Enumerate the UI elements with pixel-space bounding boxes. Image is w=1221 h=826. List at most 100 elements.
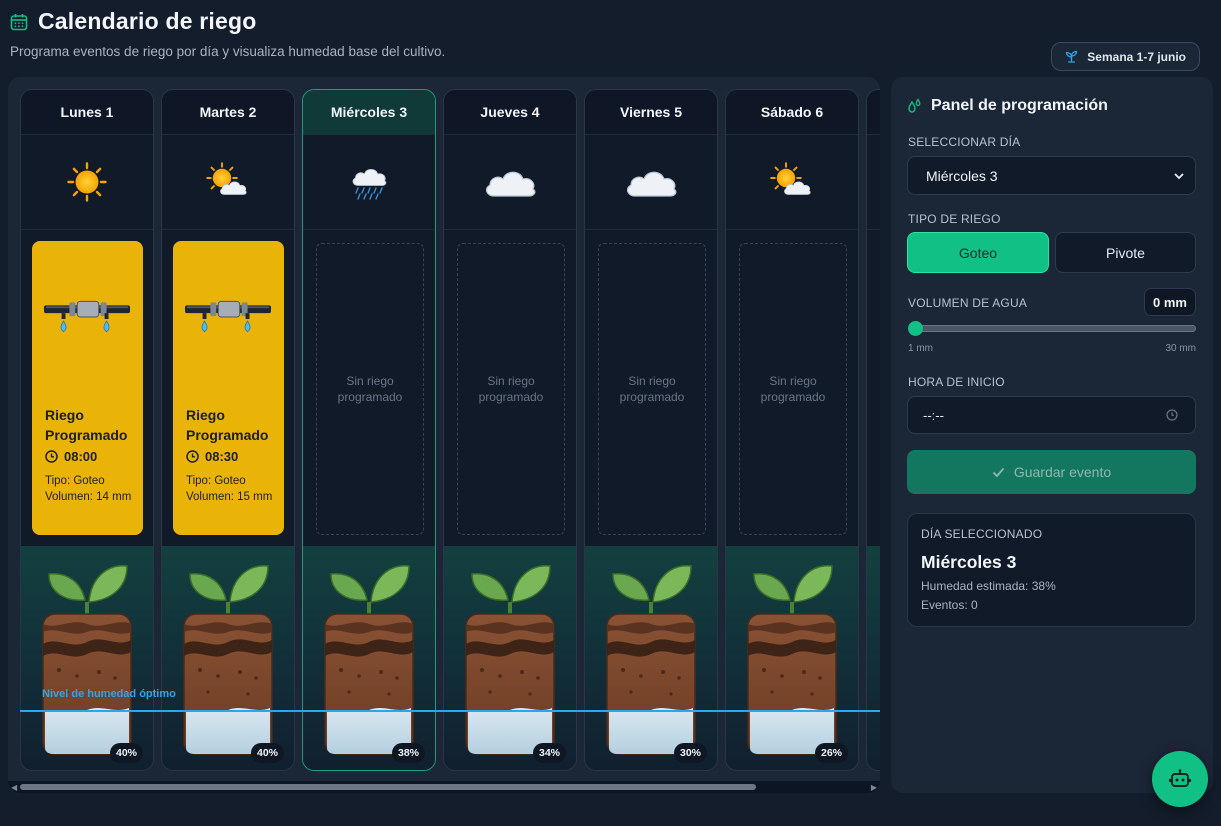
save-event-label: Guardar evento bbox=[1013, 464, 1112, 480]
title-row: Calendario de riego bbox=[10, 8, 1210, 35]
soil-zone: 40% bbox=[21, 546, 153, 770]
day-column-martes[interactable]: Martes 2 Riego Programado 08:30 Tipo: Go… bbox=[161, 89, 295, 771]
irrigation-event-card[interactable]: Riego Programado 08:00 Tipo: Goteo Volum… bbox=[32, 241, 143, 535]
soil-zone: 30% bbox=[585, 546, 717, 770]
event-time-value: 08:00 bbox=[64, 449, 98, 464]
optimal-moisture-line bbox=[20, 710, 880, 712]
day-header: Sábado 6 bbox=[726, 90, 858, 134]
type-goteo-button[interactable]: Goteo bbox=[907, 232, 1049, 273]
sprout-icon bbox=[1066, 50, 1078, 63]
event-time-value: 08:30 bbox=[205, 449, 239, 464]
empty-event-slot[interactable]: Sin riego programado bbox=[739, 243, 847, 535]
robot-icon bbox=[1169, 769, 1191, 787]
day-select-value: Miércoles 3 bbox=[926, 167, 998, 184]
sun-icon bbox=[67, 162, 107, 202]
event-type: Tipo: Goteo bbox=[186, 475, 246, 487]
soil-zone: 34% bbox=[444, 546, 576, 770]
volume-slider-thumb[interactable] bbox=[908, 321, 923, 336]
plant-pot-icon bbox=[319, 552, 419, 762]
scrollbar-thumb[interactable] bbox=[20, 784, 756, 790]
partly-cloudy-icon bbox=[206, 162, 247, 195]
day-select[interactable]: Miércoles 3 bbox=[907, 156, 1196, 195]
rain-icon bbox=[352, 168, 387, 200]
start-time-label: HORA DE INICIO bbox=[908, 375, 1005, 389]
week-selector-button[interactable]: Semana 1-7 junio bbox=[1051, 42, 1200, 71]
day-header bbox=[867, 90, 880, 134]
event-zone: Sin riego programado bbox=[444, 230, 576, 546]
volume-value: 0 mm bbox=[1144, 288, 1196, 316]
assistant-bot-button[interactable] bbox=[1152, 751, 1208, 807]
drip-line-icon bbox=[185, 299, 271, 339]
scroll-left-icon[interactable]: ◀ bbox=[11, 783, 17, 792]
volume-min-label: 1 mm bbox=[908, 343, 933, 354]
day-column-miercoles[interactable]: Miércoles 3 Sin riego programado 38% bbox=[302, 89, 436, 771]
start-time-input[interactable]: --:-- bbox=[907, 396, 1196, 434]
water-volume-label: VOLUMEN DE AGUA bbox=[908, 296, 1028, 310]
day-column-sabado[interactable]: Sábado 6 Sin riego programado 26% bbox=[725, 89, 859, 771]
save-event-button[interactable]: Guardar evento bbox=[907, 450, 1196, 494]
event-volume: Volumen: 14 mm bbox=[45, 491, 132, 503]
start-time-value: --:-- bbox=[923, 407, 944, 423]
summary-events: Eventos: 0 bbox=[921, 598, 978, 612]
weather-cell bbox=[726, 134, 858, 230]
moisture-badge: 38% bbox=[391, 743, 425, 763]
empty-event-slot[interactable]: Sin riego programado bbox=[457, 243, 565, 535]
moisture-badge: 30% bbox=[673, 743, 707, 763]
week-badge-label: Semana 1-7 junio bbox=[1087, 49, 1186, 64]
days-track: Lunes 1 Riego Programado 08:00 Tipo: Got… bbox=[20, 89, 880, 771]
weather-cell bbox=[867, 134, 880, 230]
plant-pot-icon bbox=[601, 552, 701, 762]
day-header: Viernes 5 bbox=[585, 90, 717, 134]
event-zone: Sin riego programado bbox=[726, 230, 858, 546]
clock-icon bbox=[45, 450, 58, 463]
volume-slider-track[interactable] bbox=[909, 325, 1196, 332]
calendar-panel: Lunes 1 Riego Programado 08:00 Tipo: Got… bbox=[8, 77, 880, 793]
day-header: Jueves 4 bbox=[444, 90, 576, 134]
soil-zone: 26% bbox=[726, 546, 858, 770]
moisture-badge: 40% bbox=[250, 743, 284, 763]
empty-event-slot[interactable]: Sin riego programado bbox=[316, 243, 424, 535]
empty-event-slot[interactable]: Sin riego programado bbox=[598, 243, 706, 535]
check-icon bbox=[992, 467, 1005, 477]
weather-cell bbox=[162, 134, 294, 230]
clock-icon[interactable] bbox=[1166, 409, 1178, 421]
weather-cell bbox=[303, 134, 435, 230]
day-header: Miércoles 3 bbox=[303, 90, 435, 134]
plant-pot-icon bbox=[178, 552, 278, 762]
event-zone: Riego Programado 08:30 Tipo: Goteo Volum… bbox=[162, 230, 294, 546]
day-column-lunes[interactable]: Lunes 1 Riego Programado 08:00 Tipo: Got… bbox=[20, 89, 154, 771]
summary-humidity: Humedad estimada: 38% bbox=[921, 579, 1056, 593]
event-meta: Tipo: Goteo Volumen: 14 mm bbox=[45, 473, 137, 505]
panel-title: Panel de programación bbox=[931, 97, 1108, 114]
horizontal-scrollbar[interactable]: ◀ ▶ bbox=[8, 781, 880, 793]
summary-day: Miércoles 3 bbox=[921, 552, 1017, 572]
irrigation-event-card[interactable]: Riego Programado 08:30 Tipo: Goteo Volum… bbox=[173, 241, 284, 535]
panel-header: Panel de programación bbox=[907, 97, 1108, 115]
event-title: Riego Programado bbox=[45, 407, 128, 443]
day-header: Martes 2 bbox=[162, 90, 294, 134]
event-title: Riego Programado bbox=[186, 407, 269, 443]
select-day-label: SELECCIONAR DÍA bbox=[908, 135, 1021, 149]
day-column-viernes[interactable]: Viernes 5 Sin riego programado 30% bbox=[584, 89, 718, 771]
cloud-icon bbox=[482, 166, 538, 198]
day-header: Lunes 1 bbox=[21, 90, 153, 134]
moisture-badge: 34% bbox=[532, 743, 566, 763]
page-subtitle: Programa eventos de riego por día y visu… bbox=[10, 44, 446, 59]
day-column-partial[interactable] bbox=[866, 89, 880, 771]
day-column-jueves[interactable]: Jueves 4 Sin riego programado 34% bbox=[443, 89, 577, 771]
moisture-badge: 26% bbox=[814, 743, 848, 763]
volume-max-label: 30 mm bbox=[1165, 343, 1196, 354]
scheduling-panel: Panel de programación SELECCIONAR DÍA Mi… bbox=[891, 77, 1213, 793]
page-title: Calendario de riego bbox=[38, 8, 257, 34]
partly-cloudy-icon bbox=[770, 162, 811, 195]
type-pivote-button[interactable]: Pivote bbox=[1055, 232, 1196, 273]
water-drops-icon bbox=[908, 98, 921, 113]
soil-zone: 38% bbox=[303, 546, 435, 770]
optimal-moisture-label: Nivel de humedad óptimo bbox=[42, 688, 176, 700]
event-zone: Riego Programado 08:00 Tipo: Goteo Volum… bbox=[21, 230, 153, 546]
scroll-right-icon[interactable]: ▶ bbox=[871, 783, 877, 792]
event-type: Tipo: Goteo bbox=[45, 475, 105, 487]
weather-cell bbox=[21, 134, 153, 230]
moisture-badge: 40% bbox=[109, 743, 143, 763]
soil-zone bbox=[867, 546, 880, 770]
